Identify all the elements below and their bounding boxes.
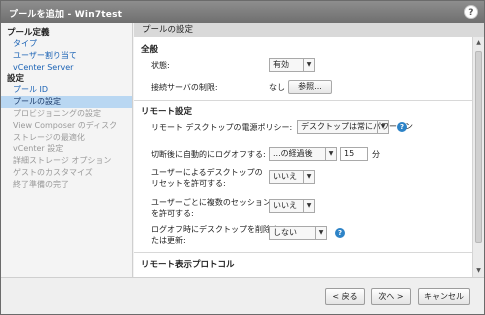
nav-item-type[interactable]: タイプ <box>1 38 132 50</box>
nav-item-provisioning-settings: プロビジョニングの設定 <box>13 108 101 118</box>
next-button[interactable]: 次へ > <box>371 288 411 305</box>
scrollbar-thumb[interactable] <box>475 51 482 243</box>
cancel-button[interactable]: キャンセル <box>418 288 470 305</box>
auto-logoff-value: ...の経過後 <box>273 149 313 158</box>
allow-reset-label-line1: ユーザーによるデスクトップの <box>151 168 263 177</box>
nav-item-storage-optimization: ストレージの最適化 <box>13 132 85 142</box>
multi-session-label-line2: を許可する: <box>151 209 194 218</box>
delete-on-logoff-value: しない <box>273 228 297 237</box>
chevron-down-icon: ▼ <box>303 200 314 212</box>
nav-item-view-composer-disks: View Composer のディスク <box>13 120 118 130</box>
nav-item-advanced-storage: 詳細ストレージ オプション <box>13 156 112 166</box>
nav-item-user-assignment[interactable]: ユーザー割り当て <box>1 50 132 62</box>
section-remote-title: リモート設定 <box>141 107 193 117</box>
help-icon[interactable]: ? <box>335 228 345 238</box>
nav-section-pool-definition: プール定義 <box>7 28 50 38</box>
dialog-footer: < 戻る 次へ > キャンセル <box>1 277 484 314</box>
power-policy-label: リモート デスクトップの電源ポリシー: <box>151 123 293 132</box>
section-divider <box>134 252 472 253</box>
nav-item-pool-id[interactable]: プール ID <box>1 84 132 96</box>
title-bar: プールを追加 - Win7test ? <box>1 1 484 23</box>
help-icon[interactable]: ? <box>397 122 407 132</box>
state-select[interactable]: 有効 ▼ <box>269 58 315 72</box>
auto-logoff-label: 切断後に自動的にログオフする: <box>151 150 266 159</box>
nav-section-settings: 設定 <box>7 74 25 85</box>
main-panel: プールの設定 全般 状態: 有効 ▼ 接続サーバの制限: なし 参照... リモ… <box>134 23 484 277</box>
add-pool-dialog: プールを追加 - Win7test ? プール定義 タイプ ユーザー割り当て v… <box>0 0 485 315</box>
settings-content: 全般 状態: 有効 ▼ 接続サーバの制限: なし 参照... リモート設定 リモ… <box>134 37 472 277</box>
multi-session-value: いいえ <box>273 201 297 210</box>
wizard-sidebar: プール定義 タイプ ユーザー割り当て vCenter Server 設定 プール… <box>1 23 133 277</box>
state-value: 有効 <box>273 60 289 69</box>
scroll-up-icon[interactable]: ▲ <box>473 37 484 49</box>
nav-item-vcenter-settings: vCenter 設定 <box>13 144 64 154</box>
auto-logoff-select[interactable]: ...の経過後 ▼ <box>269 147 337 161</box>
minutes-unit-label: 分 <box>372 150 380 159</box>
connection-server-restriction-value: なし <box>269 83 285 92</box>
section-divider <box>134 100 472 101</box>
logoff-minutes-input[interactable]: 15 <box>340 147 368 161</box>
help-icon[interactable]: ? <box>464 5 478 19</box>
delete-on-logoff-label-line2: たは更新: <box>151 236 186 245</box>
chevron-down-icon: ▼ <box>377 121 388 133</box>
nav-item-pool-settings[interactable]: プールの設定 <box>1 96 132 108</box>
nav-item-vcenter-server[interactable]: vCenter Server <box>1 62 132 74</box>
window-title: プールを追加 - Win7test <box>9 10 123 20</box>
nav-item-ready-to-complete: 終了準備の完了 <box>13 179 69 189</box>
allow-reset-select[interactable]: いいえ ▼ <box>269 170 315 184</box>
nav-item-guest-customization: ゲストのカスタマイズ <box>13 167 93 177</box>
multi-session-select[interactable]: いいえ ▼ <box>269 199 315 213</box>
chevron-down-icon: ▼ <box>325 148 336 160</box>
allow-reset-value: いいえ <box>273 172 297 181</box>
page-title: プールの設定 <box>134 23 484 37</box>
state-label: 状態: <box>151 61 170 70</box>
delete-on-logoff-label-line1: ログオフ時にデスクトップを削除ま <box>151 225 279 234</box>
power-policy-select[interactable]: デスクトップは常にパワーオン ▼ <box>297 120 413 134</box>
section-general-title: 全般 <box>141 45 159 55</box>
allow-reset-label-line2: リセットを許可する: <box>151 179 226 188</box>
connection-server-restriction-label: 接続サーバの制限: <box>151 83 218 92</box>
chevron-down-icon: ▼ <box>303 59 314 71</box>
delete-on-logoff-select[interactable]: しない ▼ <box>269 226 327 240</box>
vertical-scrollbar[interactable]: ▲ ▼ <box>472 37 484 277</box>
back-button[interactable]: < 戻る <box>325 288 365 305</box>
browse-button[interactable]: 参照... <box>288 80 332 94</box>
chevron-down-icon: ▼ <box>303 171 314 183</box>
scroll-down-icon[interactable]: ▼ <box>473 265 484 277</box>
chevron-down-icon: ▼ <box>315 227 326 239</box>
multi-session-label-line1: ユーザーごとに複数のセッション <box>151 198 271 207</box>
section-display-protocol-title: リモート表示プロトコル <box>141 260 235 270</box>
